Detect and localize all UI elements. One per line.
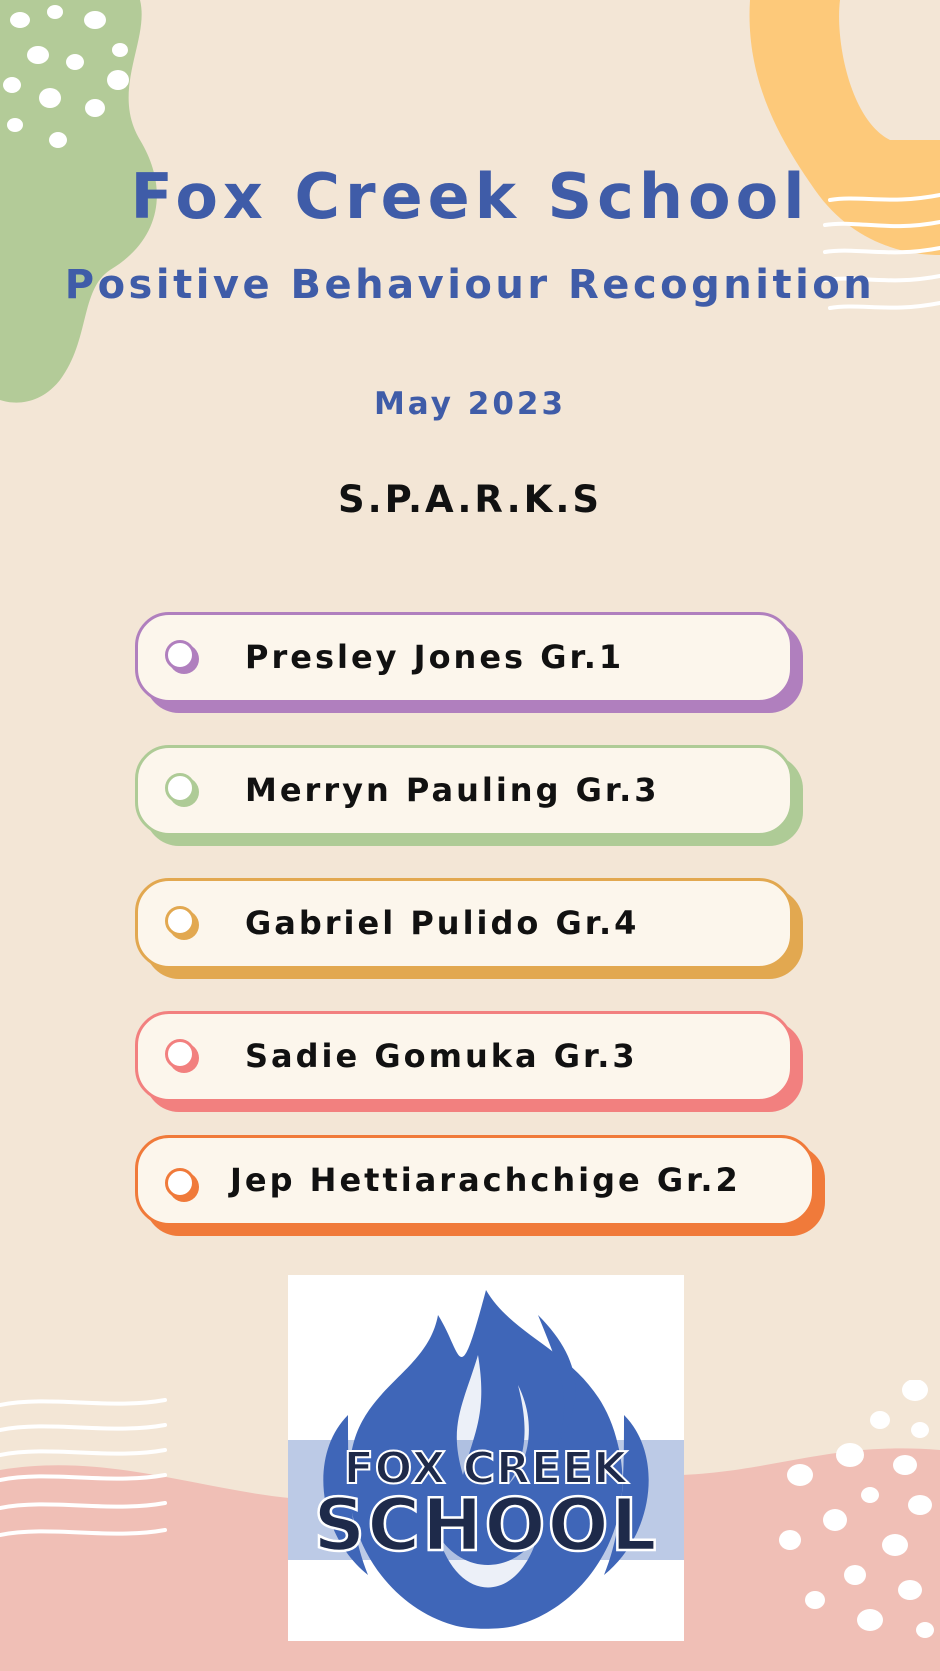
checkbox-icon [165, 906, 195, 936]
month-label: May 2023 [373, 386, 567, 422]
school-title: Fox Creek School [130, 160, 810, 233]
checkbox-icon [165, 773, 195, 803]
logo-text-line2: SCHOOL [313, 1483, 658, 1567]
recipient-item: Merryn Pauling Gr.3 [135, 745, 803, 846]
checkbox-icon [165, 1168, 195, 1198]
recipient-name: Merryn Pauling Gr.3 [245, 771, 660, 809]
recipient-name: Presley Jones Gr.1 [245, 638, 625, 676]
recipient-item: Gabriel Pulido Gr.4 [135, 878, 803, 979]
program-subtitle: Positive Behaviour Recognition [64, 262, 876, 308]
recipient-item: Jep Hettiarachchige Gr.2 [135, 1135, 825, 1236]
recipient-item: Sadie Gomuka Gr.3 [135, 1011, 803, 1112]
recipient-name: Jep Hettiarachchige Gr.2 [230, 1161, 741, 1199]
checkbox-icon [165, 640, 195, 670]
recipient-name: Gabriel Pulido Gr.4 [245, 904, 640, 942]
category-heading: S.P.A.R.K.S [337, 478, 603, 521]
recipient-item: Presley Jones Gr.1 [135, 612, 803, 713]
school-logo: FOX CREEK SCHOOL [288, 1275, 684, 1641]
recipient-name: Sadie Gomuka Gr.3 [245, 1037, 638, 1075]
checkbox-icon [165, 1039, 195, 1069]
